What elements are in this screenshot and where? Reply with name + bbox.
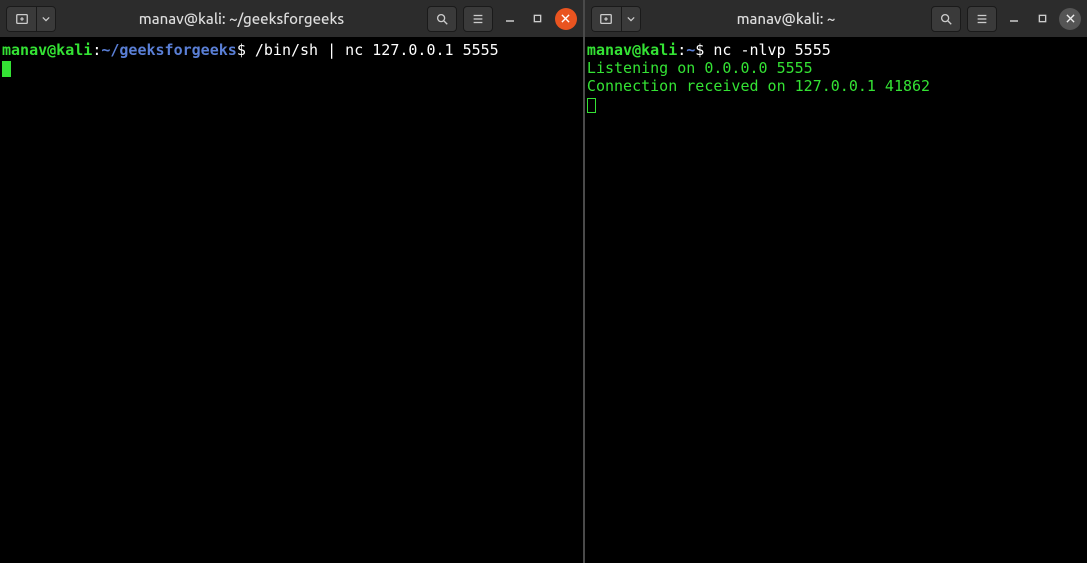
command-text: /bin/sh | nc 127.0.0.1 5555 xyxy=(246,41,499,59)
prompt-user: manav@kali xyxy=(587,41,677,59)
prompt-dollar: $ xyxy=(695,41,704,59)
titlebar-right-controls-r xyxy=(931,6,1081,32)
prompt-separator: : xyxy=(677,41,686,59)
new-tab-icon xyxy=(599,12,613,26)
prompt-dollar: $ xyxy=(237,41,246,59)
cursor-outline-icon xyxy=(587,98,596,113)
new-tab-group-r xyxy=(591,6,641,32)
titlebar-right: manav@kali: ~ xyxy=(585,0,1087,37)
window-title-right: manav@kali: ~ xyxy=(645,10,927,27)
menu-button-r[interactable] xyxy=(967,6,997,32)
search-button-r[interactable] xyxy=(931,6,961,32)
titlebar-left-controls xyxy=(6,6,56,32)
minimize-icon xyxy=(1009,14,1019,24)
titlebar-left-controls-r xyxy=(591,6,641,32)
minimize-icon xyxy=(505,14,515,24)
prompt-line-right: manav@kali:~$ nc -nlvp 5555 xyxy=(587,41,1085,59)
minimize-button[interactable] xyxy=(499,8,521,30)
search-button[interactable] xyxy=(427,6,457,32)
terminal-window-right: manav@kali: ~ manav@kali:~$ nc -nlvp 555… xyxy=(585,0,1087,563)
close-button[interactable] xyxy=(555,8,577,30)
chevron-down-icon xyxy=(42,15,50,23)
terminal-window-left: manav@kali: ~/geeksforgeeks manav@kali:~… xyxy=(0,0,583,563)
prompt-path: ~ xyxy=(686,41,695,59)
search-icon xyxy=(939,12,953,26)
new-tab-group xyxy=(6,6,56,32)
window-title-left: manav@kali: ~/geeksforgeeks xyxy=(60,10,423,27)
prompt-separator: : xyxy=(92,41,101,59)
prompt-user: manav@kali xyxy=(2,41,92,59)
hamburger-icon xyxy=(975,12,989,26)
terminal-body-left[interactable]: manav@kali:~/geeksforgeeks$ /bin/sh | nc… xyxy=(0,37,583,563)
search-icon xyxy=(435,12,449,26)
new-tab-button[interactable] xyxy=(6,6,36,32)
cursor-icon xyxy=(2,61,11,77)
prompt-path: ~/geeksforgeeks xyxy=(101,41,236,59)
new-tab-button-r[interactable] xyxy=(591,6,621,32)
maximize-button-r[interactable] xyxy=(1031,8,1053,30)
command-text: nc -nlvp 5555 xyxy=(704,41,830,59)
output-line-2: Connection received on 127.0.0.1 41862 xyxy=(587,77,1085,95)
maximize-button[interactable] xyxy=(527,8,549,30)
maximize-icon xyxy=(533,14,542,23)
titlebar-left: manav@kali: ~/geeksforgeeks xyxy=(0,0,583,37)
cursor-line-left xyxy=(2,59,581,77)
maximize-icon xyxy=(1038,14,1047,23)
hamburger-icon xyxy=(471,12,485,26)
prompt-line-left: manav@kali:~/geeksforgeeks$ /bin/sh | nc… xyxy=(2,41,581,59)
chevron-down-icon xyxy=(627,15,635,23)
tab-dropdown-button[interactable] xyxy=(36,6,56,32)
tab-dropdown-button-r[interactable] xyxy=(621,6,641,32)
close-icon xyxy=(561,14,570,23)
menu-button[interactable] xyxy=(463,6,493,32)
close-button-r[interactable] xyxy=(1059,8,1081,30)
titlebar-right-controls-left xyxy=(427,6,577,32)
minimize-button-r[interactable] xyxy=(1003,8,1025,30)
output-line-1: Listening on 0.0.0.0 5555 xyxy=(587,59,1085,77)
cursor-line-right xyxy=(587,95,1085,113)
new-tab-icon xyxy=(15,12,29,26)
close-icon xyxy=(1066,14,1075,23)
terminal-body-right[interactable]: manav@kali:~$ nc -nlvp 5555 Listening on… xyxy=(585,37,1087,563)
